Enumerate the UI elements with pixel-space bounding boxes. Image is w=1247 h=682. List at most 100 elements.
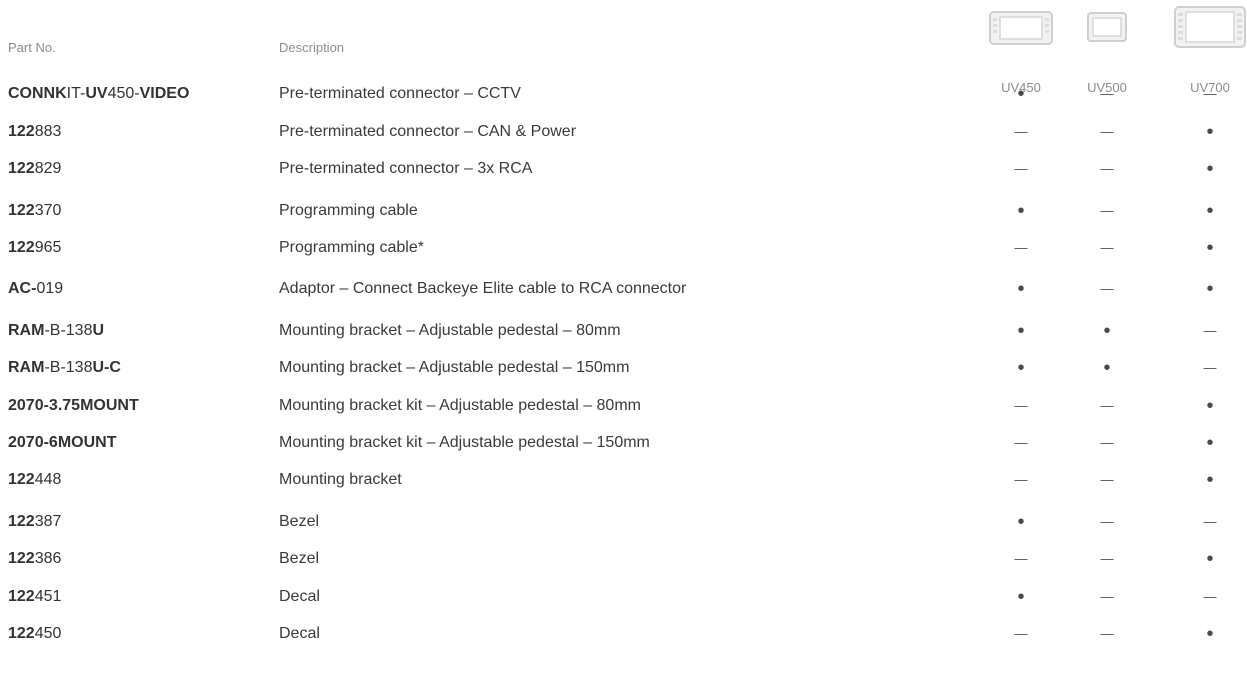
part-description: Mounting bracket xyxy=(279,471,402,488)
compatible-dot-icon xyxy=(1190,431,1230,457)
part-number: RAM-B-138U-C xyxy=(8,356,121,380)
part-number-segment: 122 xyxy=(8,550,35,567)
not-compatible-dash-icon xyxy=(1087,510,1127,534)
part-description: Mounting bracket kit – Adjustable pedest… xyxy=(279,434,650,451)
part-number-segment: IT- xyxy=(66,85,86,102)
not-compatible-dash-icon xyxy=(1087,585,1127,609)
part-number: 122450 xyxy=(8,622,61,646)
part-number-segment: 122 xyxy=(8,625,35,642)
not-compatible-dash-icon xyxy=(1001,431,1041,455)
compatible-dot-icon xyxy=(1087,319,1127,345)
compatible-dot-icon xyxy=(1001,585,1041,611)
part-description: Adaptor – Connect Backeye Elite cable to… xyxy=(279,280,687,297)
not-compatible-dash-icon xyxy=(1001,468,1041,492)
not-compatible-dash-icon xyxy=(1087,394,1127,418)
part-number: CONNKIT-UV450-VIDEO xyxy=(8,82,189,106)
table-row: 122965 Programming cable* xyxy=(0,236,1247,260)
not-compatible-dash-icon xyxy=(1001,236,1041,260)
part-description: Bezel xyxy=(279,550,320,567)
compatible-dot-icon xyxy=(1190,468,1230,494)
not-compatible-dash-icon xyxy=(1190,356,1230,380)
part-number-segment: 370 xyxy=(34,202,62,219)
part-description: Bezel xyxy=(279,513,320,530)
part-number-segment: 450 xyxy=(34,625,62,642)
part-number-segment: 122 xyxy=(8,160,35,177)
part-number-segment: 387 xyxy=(34,513,62,530)
part-number: AC-019 xyxy=(8,277,63,301)
not-compatible-dash-icon xyxy=(1087,199,1127,223)
part-number-segment: 386 xyxy=(34,550,62,567)
part-number: RAM-B-138U xyxy=(8,319,104,343)
part-number-segment: 2070-3.75 xyxy=(8,397,81,414)
not-compatible-dash-icon xyxy=(1087,622,1127,646)
part-description: Pre-terminated connector – 3x RCA xyxy=(279,160,533,177)
part-number-segment: 883 xyxy=(34,123,62,140)
uv500-display-icon xyxy=(1087,12,1127,42)
part-number: 122883 xyxy=(8,120,61,144)
compatible-dot-icon xyxy=(1190,547,1230,573)
compatible-dot-icon xyxy=(1190,157,1230,183)
part-number-segment: -B-138 xyxy=(44,322,93,339)
not-compatible-dash-icon xyxy=(1001,394,1041,418)
compatible-dot-icon xyxy=(1190,622,1230,648)
part-number-segment: 448 xyxy=(34,471,62,488)
part-description: Pre-terminated connector – CCTV xyxy=(279,85,521,102)
part-number: 122448 xyxy=(8,468,61,492)
part-number-segment: RAM xyxy=(8,359,45,376)
part-number-segment: 451 xyxy=(34,588,62,605)
part-number-segment: MOUNT xyxy=(57,434,117,451)
table-row: AC-019 Adaptor – Connect Backeye Elite ca… xyxy=(0,277,1247,301)
part-number: 122965 xyxy=(8,236,61,260)
part-number: 122386 xyxy=(8,547,61,571)
part-number-segment: VIDEO xyxy=(139,85,190,102)
compatible-dot-icon xyxy=(1001,199,1041,225)
part-number: 122387 xyxy=(8,510,61,534)
table-row: RAM-B-138U-C Mounting bracket – Adjustabl… xyxy=(0,356,1247,380)
not-compatible-dash-icon xyxy=(1087,547,1127,571)
not-compatible-dash-icon xyxy=(1087,157,1127,181)
part-description: Programming cable* xyxy=(279,239,424,256)
table-row: 122386 Bezel xyxy=(0,547,1247,571)
table-row: 122829 Pre-terminated connector – 3x RCA xyxy=(0,157,1247,181)
part-number-segment: 965 xyxy=(34,239,62,256)
compatible-dot-icon xyxy=(1001,356,1041,382)
compatible-dot-icon xyxy=(1190,277,1230,303)
compatible-dot-icon xyxy=(1087,356,1127,382)
part-number-segment: U xyxy=(92,322,105,339)
part-number-segment: U-C xyxy=(92,359,121,376)
compatible-dot-icon xyxy=(1190,199,1230,225)
table-row: 2070-6MOUNT Mounting bracket kit – Adjust… xyxy=(0,431,1247,455)
not-compatible-dash-icon xyxy=(1087,120,1127,144)
table-row: 122370 Programming cable xyxy=(0,199,1247,223)
part-number-segment: UV xyxy=(85,85,108,102)
part-number: 2070-6MOUNT xyxy=(8,431,116,455)
header-description: Description xyxy=(279,40,345,55)
uv450-display-icon xyxy=(989,10,1053,46)
not-compatible-dash-icon xyxy=(1190,585,1230,609)
part-number-segment: 122 xyxy=(8,239,35,256)
part-number-segment: 2070-6 xyxy=(8,434,58,451)
table-row: CONNKIT-UV450-VIDEO Pre-terminated connec… xyxy=(0,82,1247,106)
part-number-segment: 122 xyxy=(8,471,35,488)
part-number-segment: AC- xyxy=(8,280,37,297)
part-number-segment: 450- xyxy=(107,85,140,102)
not-compatible-dash-icon xyxy=(1087,468,1127,492)
not-compatible-dash-icon xyxy=(1001,622,1041,646)
table-row: 122450 Decal xyxy=(0,622,1247,646)
compatible-dot-icon xyxy=(1190,236,1230,262)
not-compatible-dash-icon xyxy=(1190,319,1230,343)
part-number-segment: 829 xyxy=(34,160,62,177)
table-row: 122387 Bezel xyxy=(0,510,1247,534)
compatible-dot-icon xyxy=(1001,82,1041,108)
part-number: 122829 xyxy=(8,157,61,181)
table-row: 122883 Pre-terminated connector – CAN & P… xyxy=(0,120,1247,144)
compatible-dot-icon xyxy=(1190,394,1230,420)
header-part-no: Part No. xyxy=(8,40,56,55)
uv700-display-icon xyxy=(1174,6,1246,48)
part-number-segment: CONNK xyxy=(8,85,67,102)
part-description: Mounting bracket – Adjustable pedestal –… xyxy=(279,359,630,376)
part-number-segment: 122 xyxy=(8,123,35,140)
table-row: 122448 Mounting bracket xyxy=(0,468,1247,492)
part-description: Pre-terminated connector – CAN & Power xyxy=(279,123,577,140)
table-row: 122451 Decal xyxy=(0,585,1247,609)
